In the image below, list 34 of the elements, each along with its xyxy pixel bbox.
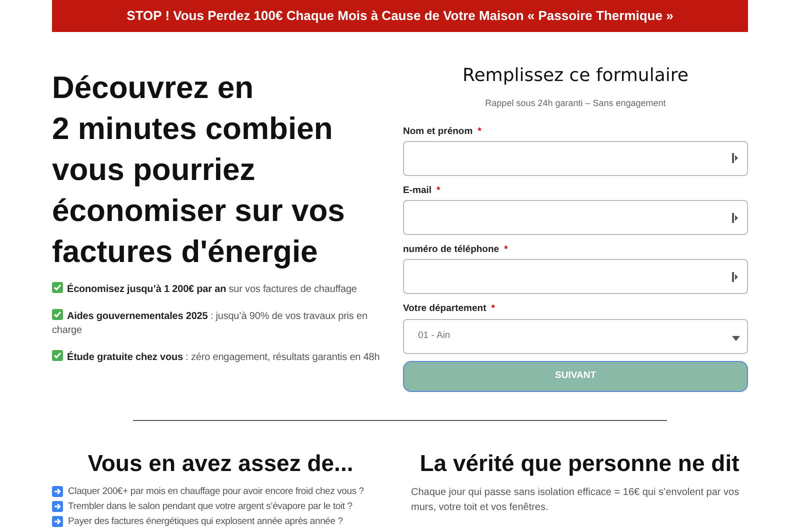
section-title: Vous en avez assez de... <box>86 448 354 476</box>
headline: Découvrez en 2 minutes combien vous pourriez économiser sur vos factures d'énergie <box>52 69 346 271</box>
check-icon <box>52 309 63 320</box>
form-subtitle: Rappel sous 24h garanti – Sans engagement <box>484 97 667 110</box>
benefit-text: Étude gratuite chez vous : zéro engagement, résultats garantis en 48h <box>52 350 381 365</box>
field-label: E-mail <box>403 184 432 198</box>
benefit-text: Aides gouvernementales 2025 : jusqu’à 90% de vos travaux pris en charge <box>52 309 368 338</box>
autofill-icon <box>732 212 739 222</box>
field-label: Votre département <box>403 302 486 316</box>
benefit-text: Économisez jusqu’à 1 200€ par an sur vos factures de chauffage <box>52 282 381 297</box>
input-field[interactable] <box>403 259 748 294</box>
caret-icon <box>732 336 740 341</box>
check-icon <box>52 282 63 293</box>
required-asterisk: * <box>504 243 508 257</box>
input-field[interactable] <box>403 140 748 176</box>
field-label: Nom et prénom <box>403 124 473 138</box>
required-asterisk: * <box>436 184 440 198</box>
department-select[interactable]: 01 - Ain <box>403 318 748 354</box>
autofill-icon <box>732 153 739 164</box>
field-label: numéro de téléphone <box>403 243 500 257</box>
section-title: La vérité que personne ne dit <box>418 448 740 476</box>
paragraph-text: Chaque jour qui passe sans isolation efficace = 16€ qui s’envolent par vos murs, votre toit et vos fenêtres. <box>411 486 740 514</box>
arrow-icon <box>52 501 63 512</box>
problem-text: Payer des factures énergétiques qui explosent année après année ? <box>68 514 343 528</box>
form-title: Remplissez ce formulaire <box>462 64 690 88</box>
required-asterisk: * <box>478 124 482 138</box>
check-icon <box>52 350 63 361</box>
problem-text: Claquer 200€+ par mois en chauffage pour avoir encore froid chez vous ? <box>68 484 364 498</box>
input-field[interactable] <box>403 200 748 235</box>
required-asterisk: * <box>491 302 495 316</box>
arrow-icon <box>52 486 63 497</box>
problem-text: Trembler dans le salon pendant que votre argent s’évapore par le toit ? <box>68 500 352 514</box>
autofill-icon <box>732 272 739 282</box>
top-banner: STOP ! Vous Perdez 100€ Chaque Mois à Cause de Votre Maison « Passoire Thermique » <box>52 0 748 32</box>
